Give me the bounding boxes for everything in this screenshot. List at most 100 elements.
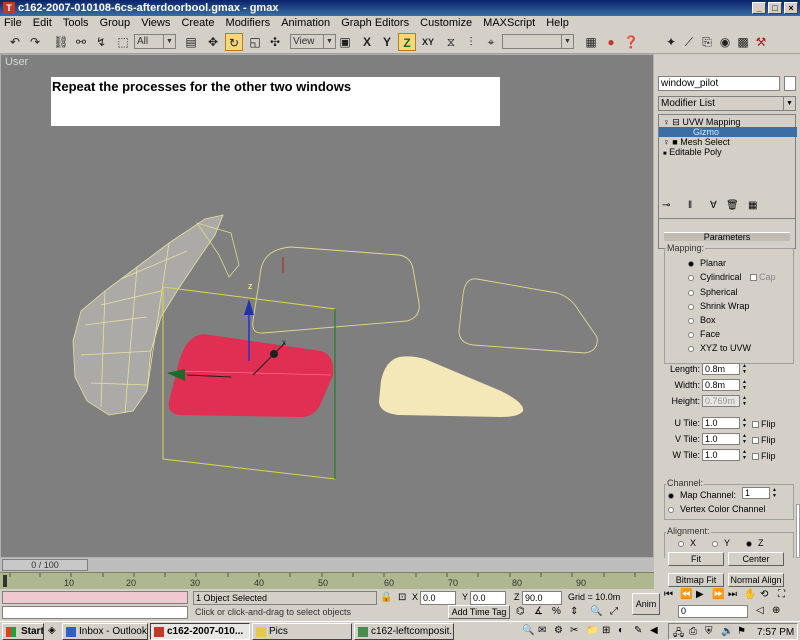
track-bar[interactable]: 10 20 30 40 50 60 70 80 90 [0,572,654,589]
select-scale-icon[interactable]: ◱ [246,33,264,51]
parameters-rollout-header[interactable]: Parameters [664,232,790,242]
bitmap-fit-button[interactable]: Bitmap Fit [668,573,724,587]
tray-icon[interactable]: 📁 [586,625,598,636]
taskbar-item-gmax[interactable]: c162-2007-010... [150,623,250,640]
field-of-view-icon[interactable]: ◁ [756,605,764,616]
radio-align-z[interactable]: Z [746,538,776,548]
pivot-point-icon[interactable]: ▣ [336,33,354,51]
render-teapot-icon[interactable]: ● [602,33,620,51]
restrict-xy-button[interactable]: XY [418,33,438,51]
lock-selection-icon[interactable]: 🔒 [380,592,392,603]
tray-icon[interactable]: 🔍 [522,625,534,636]
arc-rotate-icon[interactable]: ⟲ [760,589,768,600]
motion-panel-icon[interactable]: ◉ [716,33,734,51]
spinner-arrows-icon[interactable]: ▲ ▼ [741,379,748,391]
link-icon[interactable]: ⛓ [52,33,70,51]
pivot-center-icon[interactable]: ✣ [266,33,284,51]
object-name-field[interactable]: window_pilot [658,76,780,91]
stack-item-gizmo[interactable]: Gizmo [659,127,797,137]
material-editor-icon[interactable]: ▦ [582,33,600,51]
v-flip-checkbox[interactable]: Flip [752,435,776,445]
w-tile-spinner[interactable]: 1.0 [702,449,740,461]
panel-scrollbar[interactable] [796,504,800,558]
stack-item-uvw-mapping[interactable]: ♀ ⊟ UVW Mapping [659,117,797,127]
configure-sets-icon[interactable]: ▦ [748,200,757,211]
mirror-icon[interactable]: ⧖ [442,33,460,51]
go-to-start-icon[interactable]: ⏮ [664,589,673,600]
go-to-end-icon[interactable]: ⏭ [728,589,737,600]
x-coord-field[interactable]: 0.0 [420,591,456,605]
percent-snap-icon[interactable]: % [552,606,561,617]
stack-item-editable-poly[interactable]: ■ Editable Poly [659,147,797,157]
taskbar-item-pics[interactable]: Pics [252,623,352,640]
minimize-button[interactable]: _ [752,2,766,14]
snap-icon[interactable]: ⌖ [482,33,500,51]
v-tile-spinner[interactable]: 1.0 [702,433,740,445]
taskbar-item-image[interactable]: c162-leftcomposit... [354,623,454,640]
height-spinner[interactable]: 0.769m [702,395,740,407]
radio-planar[interactable]: Planar [688,258,800,268]
select-rotate-icon[interactable]: ↻ [225,33,243,51]
map-channel-spinner[interactable]: 1 [742,487,770,499]
menu-views[interactable]: Views [137,16,174,30]
menu-maxscript[interactable]: MAXScript [479,16,539,30]
close-button[interactable]: × [784,2,798,14]
cap-checkbox[interactable]: Cap [750,272,776,282]
time-slider-track[interactable] [0,558,654,572]
radio-spherical[interactable]: Spherical [688,287,800,297]
create-panel-icon[interactable]: ✦ [662,33,680,51]
tray-icon[interactable]: ✉ [538,625,546,636]
menu-help[interactable]: Help [542,16,573,30]
tray-icon[interactable]: ✂ [570,625,578,636]
spinner-snap-icon[interactable]: ⇕ [570,606,578,617]
spinner-arrows-icon[interactable]: ▲ ▼ [741,449,748,461]
length-spinner[interactable]: 0.8m [702,363,740,375]
menu-modifiers[interactable]: Modifiers [222,16,275,30]
tray-icon[interactable]: ⚙ [554,625,563,636]
radio-face[interactable]: Face [688,329,800,339]
play-icon[interactable]: ▶ [696,589,704,600]
tray-icon[interactable]: ◐ [618,625,624,636]
radio-vertex-color-channel[interactable]: Vertex Color Channel [668,504,798,514]
make-unique-icon[interactable]: ∀ [710,200,717,211]
security-icon[interactable]: ⚑ [737,626,746,637]
lightbulb-icon[interactable]: ♀ [663,117,670,127]
scene-geometry[interactable]: z x [1,55,654,558]
spinner-arrows-icon[interactable]: ▲ ▼ [741,417,748,429]
start-button[interactable]: Start [2,623,44,640]
redo-icon[interactable]: ↷ [26,33,44,51]
radio-shrink-wrap[interactable]: Shrink Wrap [688,301,800,311]
select-move-icon[interactable]: ✥ [204,33,222,51]
restrict-y-button[interactable]: Y [378,33,396,51]
tray-icon[interactable]: ⊞ [602,625,610,636]
spinner-arrows-icon[interactable]: ▲ ▼ [741,433,748,445]
center-button[interactable]: Center [728,552,784,566]
w-flip-checkbox[interactable]: Flip [752,451,776,461]
hierarchy-panel-icon[interactable]: ⎘ [698,33,716,51]
reference-coord-dropdown[interactable]: View ▼ [290,34,336,49]
y-coord-field[interactable]: 0.0 [470,591,506,605]
modify-panel-icon[interactable]: ⟋ [680,33,698,51]
menu-customize[interactable]: Customize [416,16,476,30]
radio-align-x[interactable]: X [678,538,708,548]
stack-item-mesh-select[interactable]: ♀ ■ Mesh Select [659,137,797,147]
menu-tools[interactable]: Tools [59,16,93,30]
restrict-x-button[interactable]: X [358,33,376,51]
help-icon[interactable]: ❓ [622,33,640,51]
spinner-arrows-icon[interactable]: ▲ ▼ [741,363,748,375]
z-coord-field[interactable]: 90.0 [522,591,562,605]
maximize-viewport-icon[interactable]: ⛶ [778,589,785,600]
u-flip-checkbox[interactable]: Flip [752,419,776,429]
utilities-panel-icon[interactable]: ⚒ [752,33,770,51]
fit-button[interactable]: Fit [668,552,724,566]
maximize-button[interactable]: □ [768,2,782,14]
lightbulb-icon[interactable]: ♀ [663,137,670,147]
selection-filter-dropdown[interactable]: All ▼ [134,34,176,49]
remove-modifier-icon[interactable]: 🗑 [726,200,739,211]
select-by-name-icon[interactable]: ▤ [182,33,200,51]
user-viewport[interactable]: User Repeat the processes for the other … [0,54,654,558]
menu-animation[interactable]: Animation [277,16,334,30]
quick-launch-icon[interactable]: ◈ [48,625,56,636]
taskbar-item-outlook[interactable]: Inbox - Outlook E... [62,623,148,640]
radio-align-y[interactable]: Y [712,538,742,548]
